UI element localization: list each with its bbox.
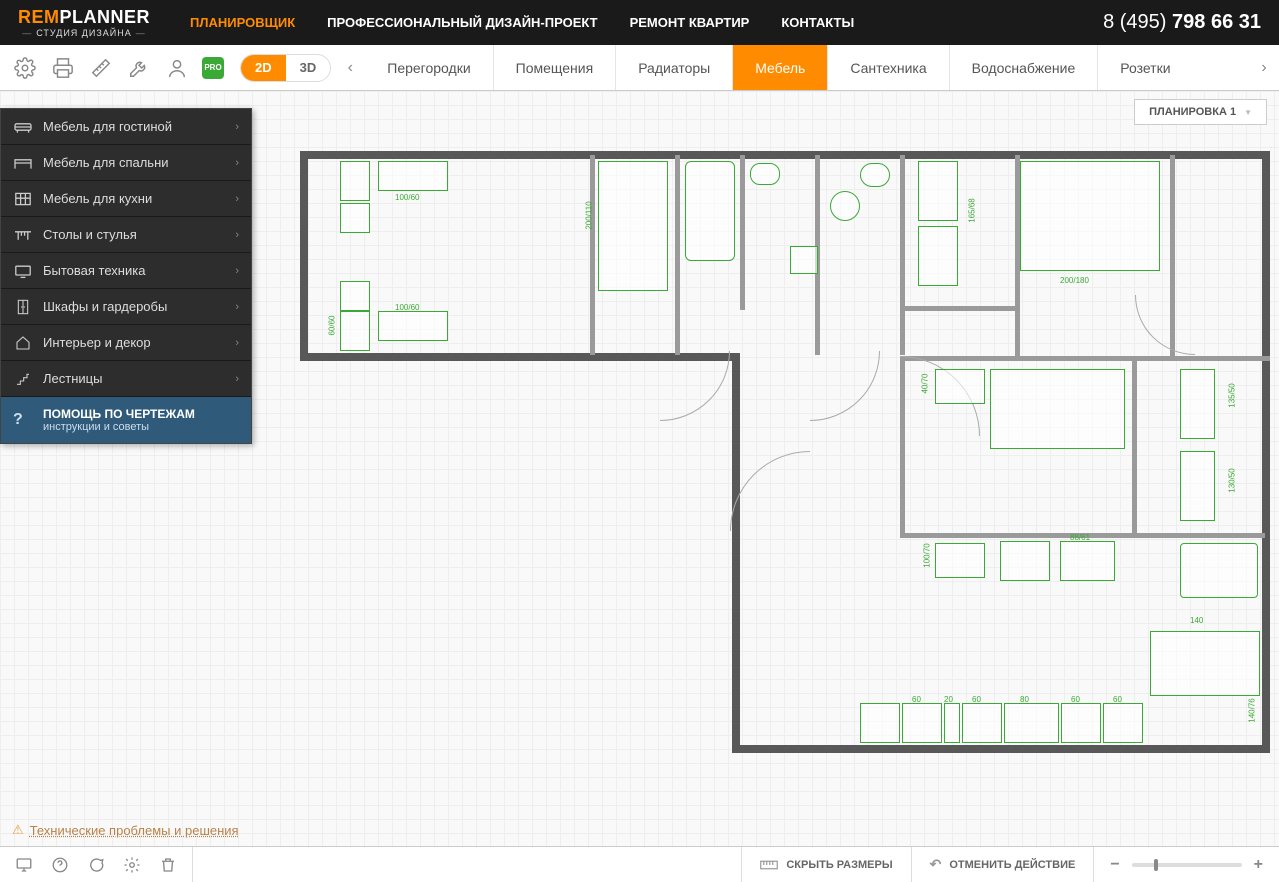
zoom-out-button[interactable]: −	[1110, 856, 1119, 874]
sidebar-item-wardrobes[interactable]: Шкафы и гардеробы›	[1, 289, 251, 325]
sidebar-help[interactable]: ? ПОМОЩЬ ПО ЧЕРТЕЖАМ инструкции и советы	[1, 397, 251, 443]
hide-dimensions-button[interactable]: СКРЫТЬ РАЗМЕРЫ	[741, 847, 910, 882]
sidebar-item-tables[interactable]: Столы и стулья›	[1, 217, 251, 253]
tab-radiators[interactable]: Радиаторы	[615, 45, 732, 90]
category-tabs: Перегородки Помещения Радиаторы Мебель С…	[365, 45, 1249, 90]
logo-part2: PLANNER	[60, 7, 151, 27]
tab-furniture[interactable]: Мебель	[732, 45, 827, 90]
zoom-control: − +	[1093, 847, 1279, 882]
chevron-right-icon: ›	[235, 373, 239, 385]
main-nav: ПЛАНИРОВЩИК ПРОФЕССИОНАЛЬНЫЙ ДИЗАЙН-ПРОЕ…	[190, 15, 1103, 30]
chevron-right-icon: ›	[235, 301, 239, 313]
floorplan[interactable]: 100/60 100/60 60/60 200/110 165/68 200/1…	[300, 151, 1270, 761]
phone-number[interactable]: 8 (495) 798 66 31	[1103, 11, 1261, 34]
screen-icon[interactable]	[14, 855, 34, 875]
chevron-right-icon: ›	[235, 337, 239, 349]
trash-icon[interactable]	[158, 855, 178, 875]
tv-icon	[13, 263, 43, 279]
tab-sockets[interactable]: Розетки	[1097, 45, 1192, 90]
stairs-icon	[13, 371, 43, 387]
sidebar-item-stairs[interactable]: Лестницы›	[1, 361, 251, 397]
view-2d[interactable]: 2D	[241, 55, 286, 81]
bottom-icons	[0, 847, 193, 882]
chevron-right-icon: ›	[235, 121, 239, 133]
logo-part1: REM	[18, 7, 60, 27]
undo-icon: ↶	[930, 856, 942, 873]
sidebar-item-decor[interactable]: Интерьер и декор›	[1, 325, 251, 361]
nav-planner[interactable]: ПЛАНИРОВЩИК	[190, 15, 295, 30]
view-3d[interactable]: 3D	[286, 55, 331, 81]
tools-icon[interactable]	[126, 55, 152, 81]
nav-design[interactable]: ПРОФЕССИОНАЛЬНЫЙ ДИЗАЙН-ПРОЕКТ	[327, 15, 597, 30]
plan-selector[interactable]: ПЛАНИРОВКА 1	[1134, 99, 1267, 125]
pro-badge[interactable]: PRO	[202, 57, 224, 79]
user-icon[interactable]	[164, 55, 190, 81]
chevron-right-icon: ›	[235, 229, 239, 241]
table-icon	[13, 227, 43, 243]
toolbar: PRO 2D 3D ‹ Перегородки Помещения Радиат…	[0, 45, 1279, 91]
ruler-icon	[760, 859, 778, 871]
sofa-icon	[13, 119, 43, 135]
ruler-icon[interactable]	[88, 55, 114, 81]
sidebar-item-living[interactable]: Мебель для гостиной›	[1, 109, 251, 145]
bed-icon	[13, 155, 43, 171]
chevron-right-icon: ›	[235, 193, 239, 205]
chevron-right-icon: ›	[235, 157, 239, 169]
help-icon: ?	[13, 411, 43, 429]
undo-button[interactable]: ↶ ОТМЕНИТЬ ДЕЙСТВИЕ	[911, 847, 1094, 882]
tab-plumbing[interactable]: Сантехника	[827, 45, 948, 90]
nav-contacts[interactable]: КОНТАКТЫ	[781, 15, 854, 30]
zoom-in-button[interactable]: +	[1254, 856, 1263, 874]
nav-repair[interactable]: РЕМОНТ КВАРТИР	[630, 15, 750, 30]
gear-icon[interactable]	[122, 855, 142, 875]
top-header: REMPLANNER СТУДИЯ ДИЗАЙНА ПЛАНИРОВЩИК ПР…	[0, 0, 1279, 45]
sidebar-item-appliances[interactable]: Бытовая техника›	[1, 253, 251, 289]
issues-link[interactable]: ⚠ Технические проблемы и решения	[12, 822, 239, 838]
toolbar-icons: PRO	[0, 45, 236, 90]
furniture-sidebar: Мебель для гостиной› Мебель для спальни›…	[0, 108, 252, 444]
wardrobe-icon	[13, 299, 43, 315]
tab-water[interactable]: Водоснабжение	[949, 45, 1098, 90]
logo[interactable]: REMPLANNER СТУДИЯ ДИЗАЙНА	[18, 8, 150, 38]
warning-icon: ⚠	[12, 822, 24, 838]
home-icon	[13, 335, 43, 351]
sidebar-item-kitchen[interactable]: Мебель для кухни›	[1, 181, 251, 217]
tabs-next-icon[interactable]: ›	[1249, 45, 1279, 90]
sidebar-item-bedroom[interactable]: Мебель для спальни›	[1, 145, 251, 181]
chat-icon[interactable]	[86, 855, 106, 875]
kitchen-icon	[13, 191, 43, 207]
chevron-right-icon: ›	[235, 265, 239, 277]
settings-icon[interactable]	[12, 55, 38, 81]
zoom-slider[interactable]	[1132, 863, 1242, 867]
view-toggle: 2D 3D	[240, 45, 331, 90]
logo-sub: СТУДИЯ ДИЗАЙНА	[18, 28, 150, 38]
help-icon[interactable]	[50, 855, 70, 875]
tabs-prev-icon[interactable]: ‹	[335, 45, 365, 90]
tab-rooms[interactable]: Помещения	[493, 45, 616, 90]
print-icon[interactable]	[50, 55, 76, 81]
bottom-bar: СКРЫТЬ РАЗМЕРЫ ↶ ОТМЕНИТЬ ДЕЙСТВИЕ − +	[0, 846, 1279, 882]
tab-walls[interactable]: Перегородки	[365, 45, 492, 90]
